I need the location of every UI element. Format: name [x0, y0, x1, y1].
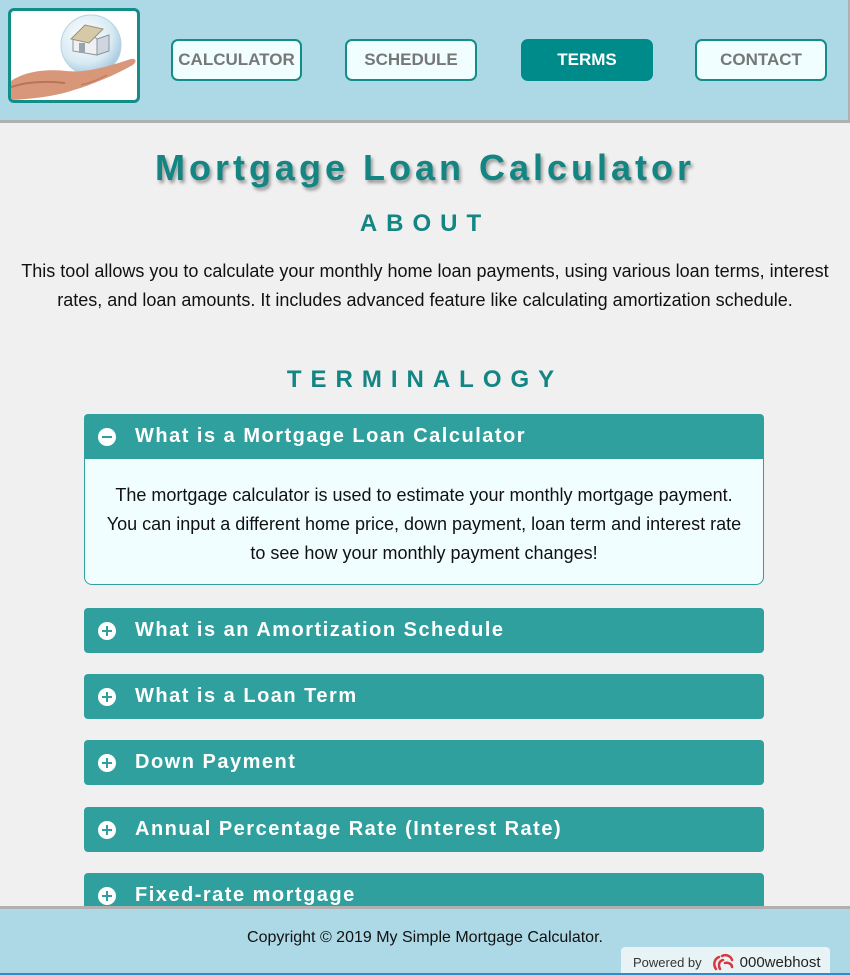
- accordion-item: What is a Mortgage Loan Calculator The m…: [84, 414, 764, 585]
- minus-circle-icon: [98, 427, 116, 446]
- accordion-title: What is a Mortgage Loan Calculator: [135, 425, 527, 447]
- copyright-text: Copyright © 2019 My Simple Mortgage Calc…: [247, 929, 603, 946]
- powered-by-badge[interactable]: Powered by 000webhost: [621, 947, 830, 975]
- terminology-heading: TERMINALOGY: [286, 366, 564, 393]
- logo[interactable]: [8, 8, 140, 103]
- accordion-title: Annual Percentage Rate (Interest Rate): [135, 818, 563, 840]
- accordion-title: What is an Amortization Schedule: [135, 619, 505, 641]
- accordion-header[interactable]: What is an Amortization Schedule: [84, 608, 764, 653]
- accordion-header[interactable]: Fixed-rate mortgage: [84, 873, 764, 908]
- nav-calculator-button[interactable]: CALCULATOR: [171, 39, 302, 81]
- plus-circle-icon: [98, 621, 116, 640]
- accordion-item: What is an Amortization Schedule: [84, 608, 764, 653]
- nav-contact-button[interactable]: CONTACT: [695, 39, 827, 81]
- powered-by-label: Powered by: [633, 955, 702, 970]
- accordion-header[interactable]: What is a Mortgage Loan Calculator: [84, 414, 764, 459]
- plus-circle-icon: [98, 753, 116, 772]
- accordion-title: Fixed-rate mortgage: [135, 884, 356, 906]
- accordion-header[interactable]: What is a Loan Term: [84, 674, 764, 719]
- accordion-item: Annual Percentage Rate (Interest Rate): [84, 807, 764, 852]
- webhost-brand: 000webhost: [739, 954, 821, 971]
- about-text: This tool allows you to calculate your m…: [21, 261, 829, 310]
- webhost-logo-icon: [712, 953, 733, 970]
- accordion-title: What is a Loan Term: [135, 685, 358, 707]
- about-heading: ABOUT: [359, 210, 491, 237]
- site-footer: Copyright © 2019 My Simple Mortgage Calc…: [0, 906, 850, 975]
- plus-circle-icon: [98, 820, 116, 839]
- accordion-title: Down Payment: [135, 751, 297, 773]
- page-title: Mortgage Loan Calculator: [154, 147, 696, 188]
- nav-terms-button[interactable]: TERMS: [521, 39, 653, 81]
- plus-circle-icon: [98, 687, 116, 706]
- house-in-hand-icon: [11, 14, 136, 100]
- accordion-item: Down Payment: [84, 740, 764, 785]
- accordion-body: The mortgage calculator is used to estim…: [84, 459, 764, 585]
- accordion-item: What is a Loan Term: [84, 674, 764, 719]
- accordion-header[interactable]: Annual Percentage Rate (Interest Rate): [84, 807, 764, 852]
- accordion-header[interactable]: Down Payment: [84, 740, 764, 785]
- main-content: Mortgage Loan Calculator ABOUT This tool…: [0, 123, 850, 908]
- site-header: CALCULATOR SCHEDULE TERMS CONTACT: [0, 0, 850, 123]
- nav-schedule-button[interactable]: SCHEDULE: [345, 39, 477, 81]
- accordion-item: Fixed-rate mortgage: [84, 873, 764, 908]
- plus-circle-icon: [98, 886, 116, 905]
